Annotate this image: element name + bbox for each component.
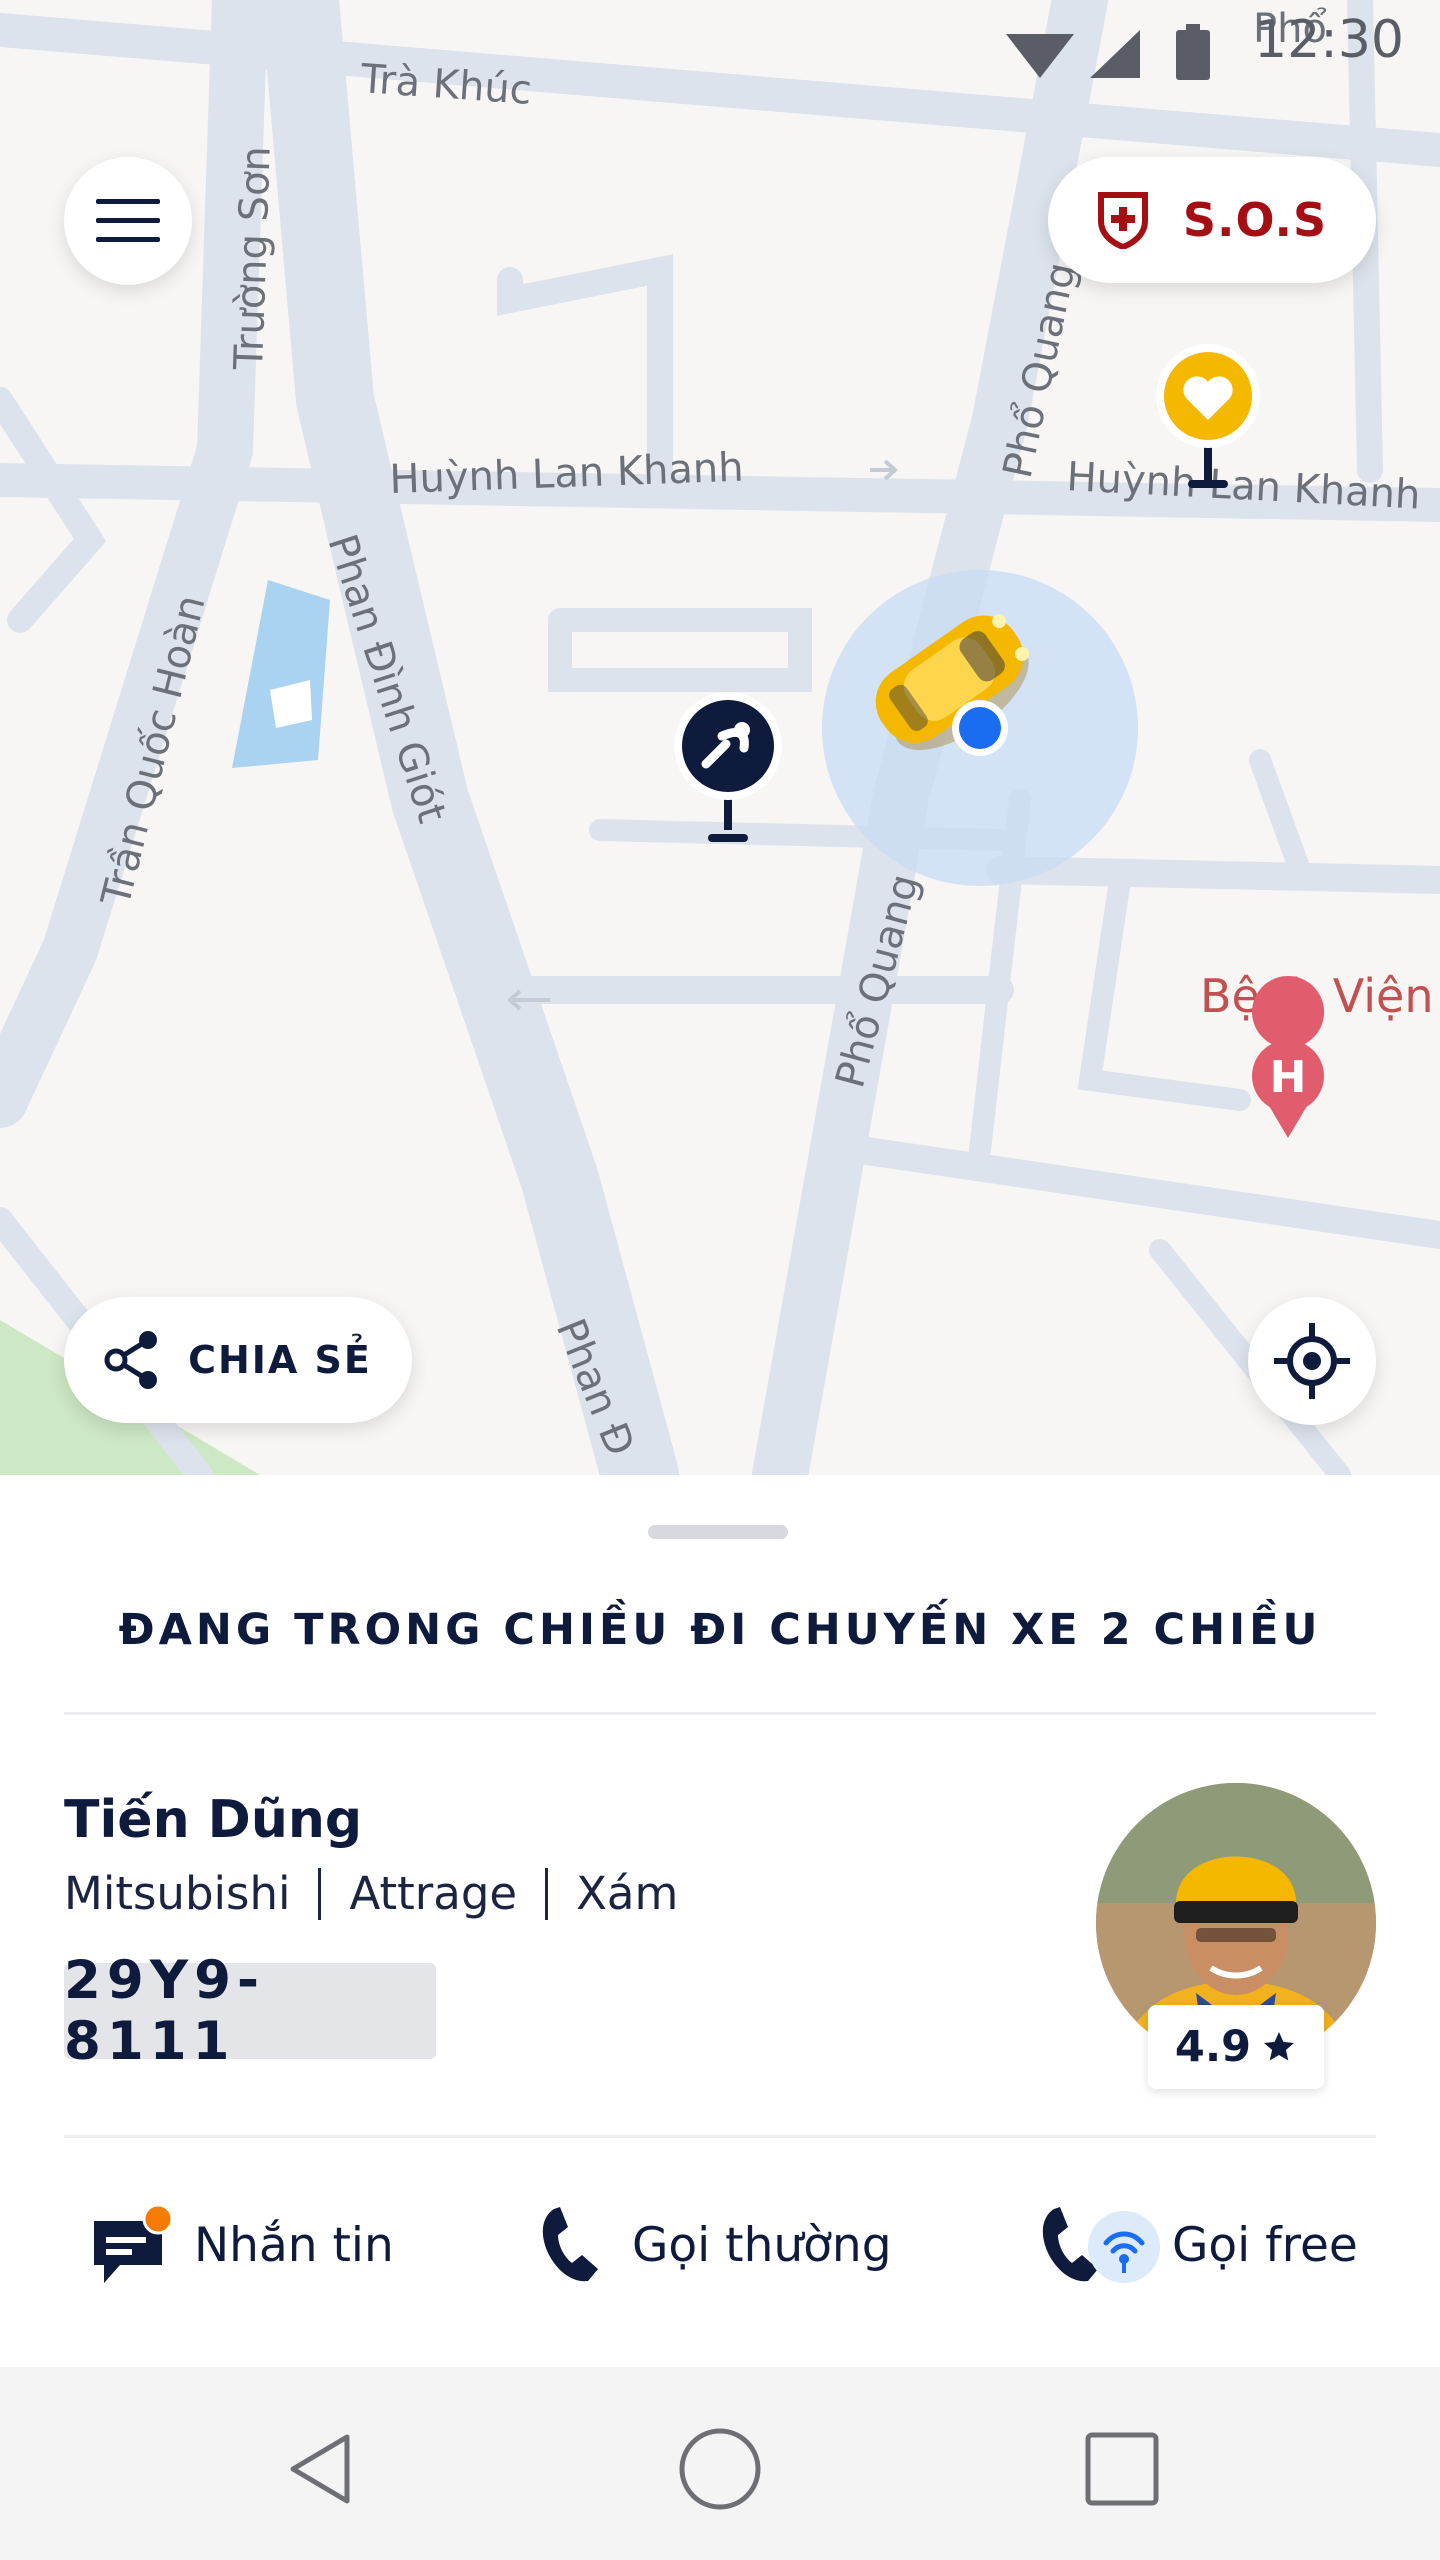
vehicle-color: Xám (576, 1867, 679, 1920)
divider (64, 1712, 1376, 1715)
chat-icon (94, 2203, 174, 2283)
divider (64, 2135, 1376, 2138)
separator (318, 1867, 322, 1920)
vehicle-info: Mitsubishi Attrage Xám (64, 1867, 678, 1920)
hospital-icon[interactable]: H (1252, 976, 1325, 1138)
hamburger-menu-icon (96, 199, 160, 242)
map-view[interactable]: Trà Khúc Trường Sơn Huỳnh Lan Khanh Huỳn… (0, 0, 1440, 1475)
separator (545, 1867, 549, 1920)
status-bar: 12:30 (0, 0, 1440, 100)
share-label: CHIA SẺ (188, 1338, 372, 1382)
trip-bottom-sheet: ĐANG TRONG CHIỀU ĐI CHUYẾN XE 2 CHIỀU Ti… (0, 1475, 1440, 2367)
trip-status-title: ĐANG TRONG CHIỀU ĐI CHUYẾN XE 2 CHIỀU (118, 1605, 1322, 1655)
free-call-button[interactable]: Gọi free (1040, 2185, 1358, 2305)
regular-call-label: Gọi thường (632, 2217, 892, 2273)
system-navigation-bar (0, 2367, 1440, 2560)
drag-handle[interactable] (648, 1525, 788, 1539)
shield-plus-icon (1097, 192, 1148, 249)
star-icon (1264, 2032, 1295, 2061)
license-plate: 29Y9-8111 (64, 1950, 436, 2072)
wifi-icon (1006, 34, 1074, 78)
back-button[interactable] (270, 2419, 370, 2519)
phone-icon (542, 2207, 598, 2282)
driver-name: Tiến Dũng (64, 1790, 363, 1850)
menu-button[interactable] (64, 157, 192, 285)
sos-label: S.O.S (1182, 193, 1328, 247)
svg-text:H: H (1270, 1052, 1307, 1103)
recent-apps-square-icon (1085, 2432, 1159, 2506)
back-triangle-icon (290, 2434, 350, 2504)
driver-rating-badge: 4.9 (1148, 2005, 1324, 2089)
crosshair-location-icon (1274, 1323, 1350, 1399)
free-call-label: Gọi free (1172, 2217, 1358, 2273)
share-icon (104, 1331, 158, 1389)
driver-rating: 4.9 (1174, 2022, 1252, 2072)
my-location-button[interactable] (1248, 1297, 1376, 1425)
vehicle-model: Attrage (349, 1867, 518, 1920)
street-label-truong-son: Trường Sơn (226, 145, 280, 371)
sos-button[interactable]: S.O.S (1048, 157, 1376, 283)
message-label: Nhắn tin (194, 2217, 394, 2273)
share-trip-button[interactable]: CHIA SẺ (64, 1297, 412, 1423)
status-time: 12:30 (1254, 10, 1404, 70)
battery-icon (1176, 30, 1210, 80)
recent-apps-button[interactable] (1072, 2419, 1172, 2519)
status-icons (1006, 24, 1210, 80)
home-circle-icon (679, 2428, 761, 2510)
regular-call-button[interactable]: Gọi thường (540, 2185, 892, 2305)
pickup-point-marker[interactable] (674, 692, 782, 842)
unread-dot (142, 2203, 174, 2235)
vehicle-brand: Mitsubishi (64, 1867, 291, 1920)
cellular-signal-icon (1090, 30, 1140, 78)
free-call-wifi-phone-icon (1042, 2207, 1160, 2283)
message-button[interactable]: Nhắn tin (90, 2185, 394, 2305)
home-button[interactable] (670, 2419, 770, 2519)
